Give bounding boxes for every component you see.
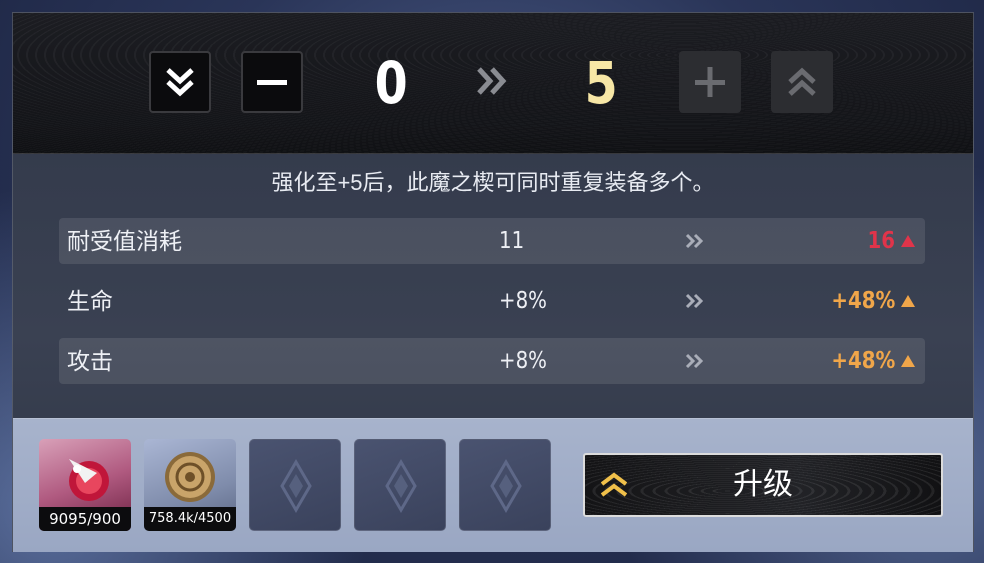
level-selector: 0 5 [13,13,973,154]
double-chevron-right-icon [685,353,704,369]
increase-arrow-icon [901,355,915,367]
material-count: 758.4k/4500 [144,507,236,531]
minus-icon [257,80,287,85]
stat-current-value: +8% [499,288,547,314]
decrease-level-button[interactable] [241,51,303,113]
stat-new-value: 16 [867,228,895,254]
double-chevron-down-icon [166,68,194,97]
min-level-button[interactable] [149,51,211,113]
stat-row-attack: 攻击 +8% +48% [59,338,925,384]
target-level: 5 [584,49,618,117]
max-level-button[interactable] [771,51,833,113]
stat-name: 攻击 [67,348,113,374]
stat-row-endurance: 耐受值消耗 11 16 [59,218,925,264]
increase-level-button[interactable] [679,51,741,113]
stat-name: 耐受值消耗 [67,228,182,254]
plus-icon [695,67,725,97]
material-slot-coin[interactable]: 758.4k/4500 [144,439,236,531]
upgrade-button[interactable]: 升级 [583,453,943,517]
stat-current-value: +8% [499,348,547,374]
upgrade-panel: 0 5 强化至+5后，此魔之楔可同时重复装备多个。 耐受值消耗 11 16 生命… [12,12,974,552]
empty-slot-emblem-icon [280,459,312,513]
stat-row-hp: 生命 +8% +48% [59,278,925,324]
materials-bar: 9095/900 758.4k/4500 升级 [13,418,973,552]
upgrade-button-label: 升级 [733,468,793,501]
current-level: 0 [374,49,408,117]
stat-name: 生命 [67,288,113,314]
empty-slot-emblem-icon [490,459,522,513]
empty-material-slot [354,439,446,531]
red-crystal-material-icon [69,459,109,501]
material-count: 9095/900 [39,507,131,531]
double-chevron-right-icon [685,293,704,309]
upgrade-description: 强化至+5后，此魔之楔可同时重复装备多个。 [271,170,715,195]
stat-current-value: 11 [499,228,525,254]
increase-arrow-icon [901,235,915,247]
double-chevron-right-icon [477,67,507,95]
double-chevron-right-icon [685,233,704,249]
empty-material-slot [249,439,341,531]
gold-coin-icon [165,452,215,502]
stat-new-value: +48% [831,348,895,374]
empty-material-slot [459,439,551,531]
increase-arrow-icon [901,295,915,307]
material-slot-crystal[interactable]: 9095/900 [39,439,131,531]
double-chevron-up-icon [788,67,816,96]
stat-new-value: +48% [831,288,895,314]
empty-slot-emblem-icon [385,459,417,513]
